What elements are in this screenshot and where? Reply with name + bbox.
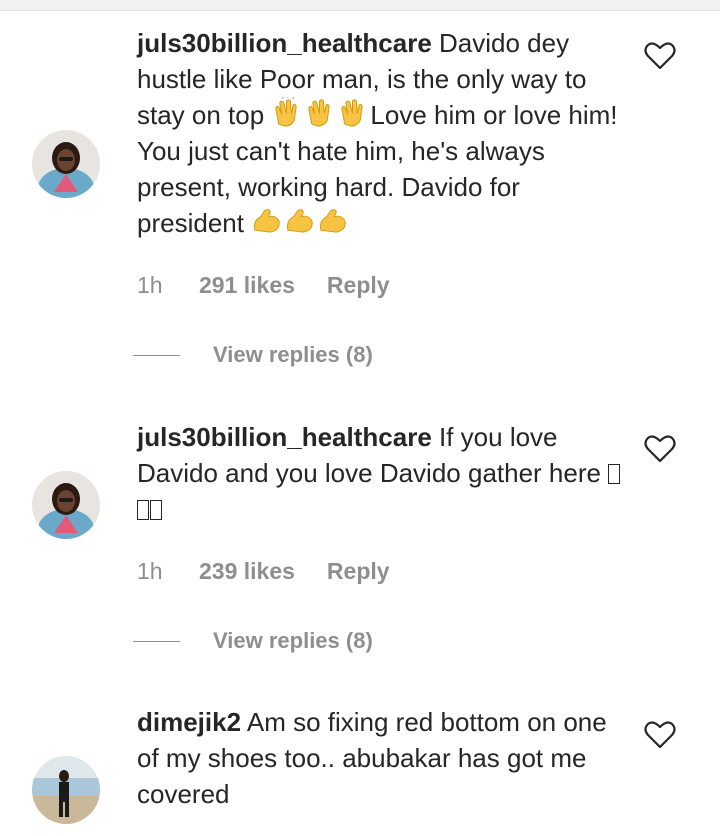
heart-outline-icon[interactable]	[644, 41, 676, 71]
clapping-hands-emoji	[337, 97, 368, 128]
heart-outline-icon[interactable]	[644, 434, 676, 464]
view-replies[interactable]: View replies (8)	[133, 628, 373, 654]
avatar[interactable]	[32, 756, 100, 824]
comment-text: juls30billion_healthcare Davido dey hust…	[137, 25, 627, 241]
view-replies[interactable]: View replies (8)	[133, 342, 373, 368]
top-divider	[0, 0, 720, 11]
reply-button[interactable]: Reply	[327, 558, 390, 585]
avatar[interactable]	[32, 130, 100, 198]
flexed-biceps-emoji	[317, 205, 348, 236]
comment-text: juls30billion_healthcare If you love Dav…	[137, 419, 627, 527]
comment-meta: 1h 239 likes Reply	[137, 558, 390, 585]
comment-likes[interactable]: 291 likes	[199, 272, 295, 299]
reply-button[interactable]: Reply	[327, 272, 390, 299]
view-replies-label[interactable]: View replies (8)	[213, 628, 373, 654]
view-replies-label[interactable]: View replies (8)	[213, 342, 373, 368]
avatar[interactable]	[32, 471, 100, 539]
comment-text: dimejik2 Am so fixing red bottom on one …	[137, 704, 627, 812]
comment-time: 1h	[137, 558, 163, 584]
comment-username[interactable]: juls30billion_healthcare	[137, 28, 432, 58]
clapping-hands-emoji	[304, 97, 335, 128]
replies-divider	[133, 640, 180, 642]
comment-meta: 1h 291 likes Reply	[137, 272, 390, 299]
flexed-biceps-emoji	[284, 205, 315, 236]
heart-outline-icon[interactable]	[644, 720, 676, 750]
comment-username[interactable]: dimejik2	[137, 707, 241, 737]
comment-likes[interactable]: 239 likes	[199, 558, 295, 585]
clapping-hands-emoji	[271, 97, 302, 128]
flexed-biceps-emoji	[251, 205, 282, 236]
comment-time: 1h	[137, 272, 163, 298]
replies-divider	[133, 354, 180, 356]
comment-username[interactable]: juls30billion_healthcare	[137, 422, 432, 452]
